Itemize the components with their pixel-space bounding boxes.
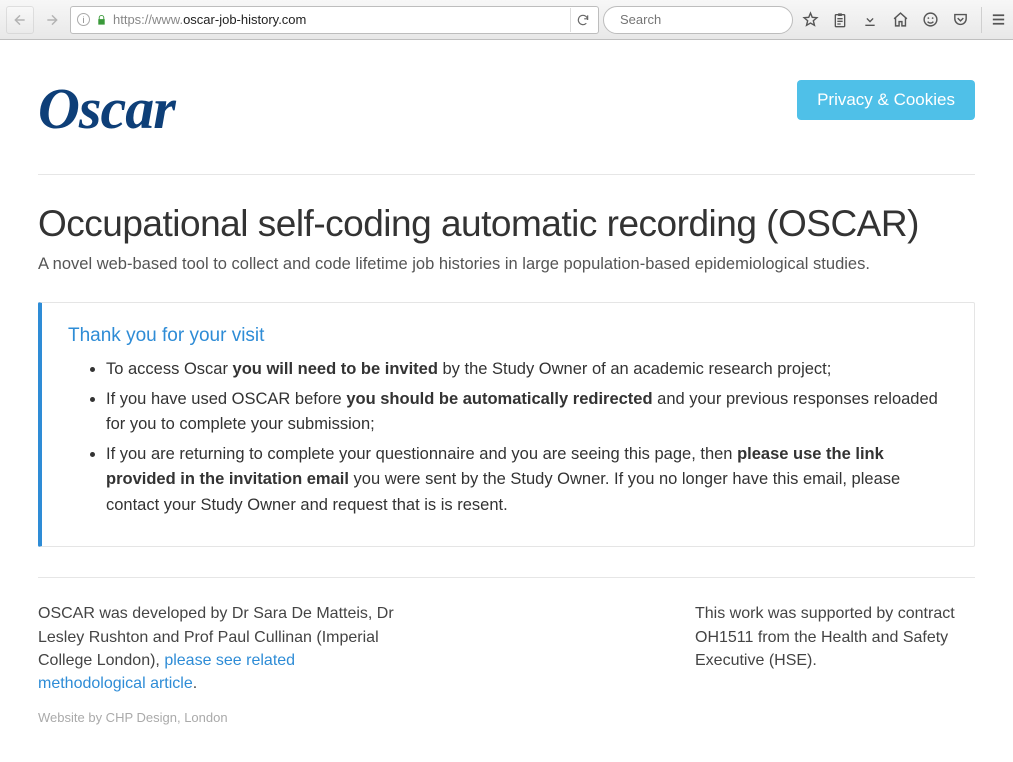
url-text: https://www.oscar-job-history.com xyxy=(113,12,564,27)
chat-button[interactable] xyxy=(917,7,943,33)
smiley-icon xyxy=(922,11,939,28)
arrow-left-icon xyxy=(13,13,27,27)
downloads-button[interactable] xyxy=(857,7,883,33)
page-content: Oscar Privacy & Cookies Occupational sel… xyxy=(0,40,1013,758)
url-bar[interactable]: i https://www.oscar-job-history.com xyxy=(70,6,599,34)
notice-heading: Thank you for your visit xyxy=(68,325,948,347)
footer-left: OSCAR was developed by Dr Sara De Mattei… xyxy=(38,602,398,728)
notice-list: To access Oscar you will need to be invi… xyxy=(68,357,948,518)
star-icon xyxy=(802,11,819,28)
footer-credit: Website by CHP Design, London xyxy=(38,709,398,728)
menu-button[interactable] xyxy=(981,7,1007,33)
pocket-icon xyxy=(952,11,969,28)
reload-button[interactable] xyxy=(570,8,594,32)
library-button[interactable] xyxy=(827,7,853,33)
search-input[interactable] xyxy=(620,12,796,27)
back-button[interactable] xyxy=(6,6,34,34)
clipboard-icon xyxy=(832,12,848,28)
hamburger-icon xyxy=(990,11,1007,28)
pocket-button[interactable] xyxy=(947,7,973,33)
lock-icon xyxy=(96,14,107,26)
logo: Oscar xyxy=(38,80,175,138)
footer-right: This work was supported by contract OH15… xyxy=(695,602,975,728)
footer: OSCAR was developed by Dr Sara De Mattei… xyxy=(38,602,975,728)
reload-icon xyxy=(576,13,590,27)
home-icon xyxy=(892,11,909,28)
info-icon: i xyxy=(77,13,90,26)
forward-button[interactable] xyxy=(38,6,66,34)
page-title: Occupational self-coding automatic recor… xyxy=(38,203,975,245)
notice-box: Thank you for your visit To access Oscar… xyxy=(38,302,975,547)
page-header: Oscar Privacy & Cookies xyxy=(38,80,975,138)
bookmark-star-button[interactable] xyxy=(797,7,823,33)
search-bar[interactable] xyxy=(603,6,793,34)
arrow-right-icon xyxy=(45,13,59,27)
browser-chrome: i https://www.oscar-job-history.com xyxy=(0,0,1013,40)
list-item: If you have used OSCAR before you should… xyxy=(106,387,948,438)
home-button[interactable] xyxy=(887,7,913,33)
divider xyxy=(38,174,975,175)
download-icon xyxy=(862,12,878,28)
page-subtitle: A novel web-based tool to collect and co… xyxy=(38,255,975,274)
list-item: If you are returning to complete your qu… xyxy=(106,442,948,519)
divider xyxy=(38,577,975,578)
privacy-cookies-button[interactable]: Privacy & Cookies xyxy=(797,80,975,120)
list-item: To access Oscar you will need to be invi… xyxy=(106,357,948,383)
